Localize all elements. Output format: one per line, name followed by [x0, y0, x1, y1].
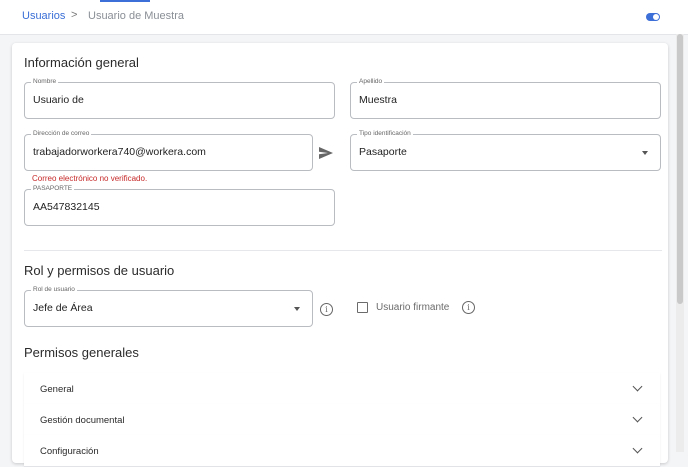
section-title-permisos: Permisos generales: [24, 345, 139, 360]
rol-usuario-select[interactable]: Rol de usuario Jefe de Área: [24, 286, 313, 327]
apellido-field[interactable]: Apellido Muestra: [350, 78, 661, 119]
nombre-field[interactable]: Nombre Usuario de: [24, 78, 335, 119]
tipo-identificacion-value: Pasaporte: [359, 146, 407, 158]
tipo-identificacion-label: Tipo identificación: [357, 130, 413, 137]
info-icon[interactable]: i: [462, 301, 475, 314]
email-value: trabajadorworkera740@workera.com: [33, 146, 206, 158]
chevron-right-icon: >: [71, 9, 78, 21]
breadcrumb-current: Usuario de Muestra: [88, 10, 184, 22]
apellido-label: Apellido: [357, 78, 385, 85]
accordion-gestion-documental[interactable]: Gestión documental: [24, 404, 660, 436]
usuario-firmante-label: Usuario firmante: [376, 302, 450, 313]
dropdown-arrow-icon: [294, 307, 300, 311]
nombre-label: Nombre: [31, 78, 59, 85]
chevron-down-icon: [632, 412, 643, 423]
accordion-general[interactable]: General: [24, 373, 660, 405]
scrollbar[interactable]: [676, 34, 684, 452]
pasaporte-value: AA547832145: [33, 201, 100, 213]
usuario-firmante-checkbox[interactable]: [357, 302, 368, 313]
info-icon[interactable]: i: [320, 303, 333, 316]
pasaporte-label: PASAPORTE: [31, 185, 75, 192]
email-error-message: Correo electrónico no verificado.: [32, 174, 148, 183]
apellido-value: Muestra: [359, 94, 397, 106]
breadcrumb-users-link[interactable]: Usuarios: [22, 10, 65, 22]
toggle-icon[interactable]: [646, 13, 660, 21]
pasaporte-field[interactable]: PASAPORTE AA547832145: [24, 185, 335, 226]
accordion-title: General: [40, 384, 74, 395]
accordion-title: Gestión documental: [40, 415, 125, 426]
section-title-general: Información general: [24, 55, 139, 70]
chevron-down-icon: [632, 381, 643, 392]
dropdown-arrow-icon: [642, 151, 648, 155]
section-divider: [24, 250, 662, 251]
rol-usuario-label: Rol de usuario: [31, 286, 77, 293]
rol-usuario-value: Jefe de Área: [33, 302, 93, 314]
email-field[interactable]: Dirección de correo trabajadorworkera740…: [24, 130, 313, 171]
send-icon[interactable]: [318, 146, 334, 160]
top-bar: Usuarios > Usuario de Muestra: [0, 0, 688, 35]
email-label: Dirección de correo: [31, 130, 92, 137]
section-title-roles: Rol y permisos de usuario: [24, 263, 175, 278]
tipo-identificacion-select[interactable]: Tipo identificación Pasaporte: [350, 130, 661, 171]
scrollbar-thumb[interactable]: [677, 34, 683, 304]
accordion-configuracion[interactable]: Configuración: [24, 435, 660, 467]
nombre-value: Usuario de: [33, 94, 84, 106]
active-tab-indicator: [100, 0, 150, 2]
